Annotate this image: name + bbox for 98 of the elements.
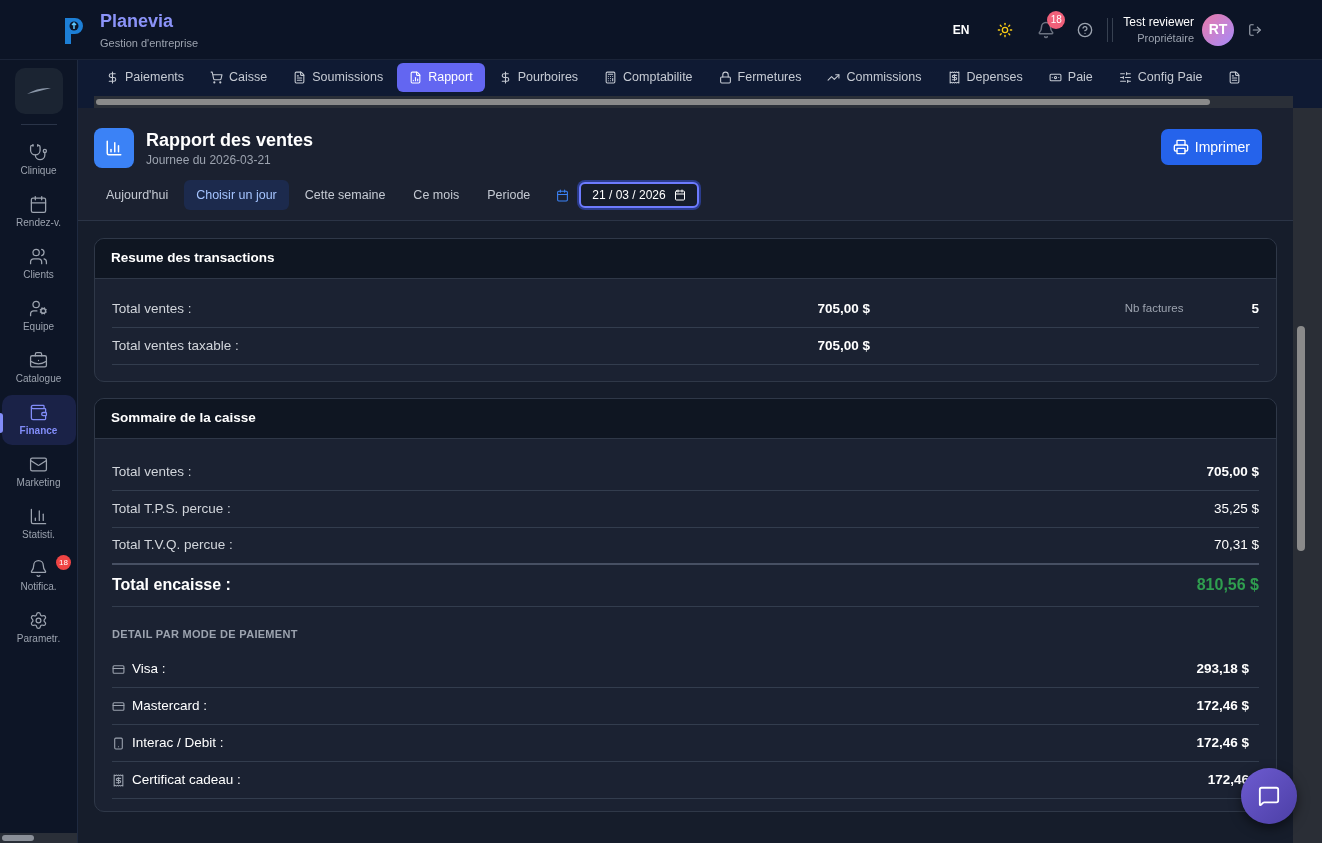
banknote-icon xyxy=(1048,71,1062,84)
sidebar-item[interactable]: Catalogue xyxy=(1,343,76,393)
sidebar-item[interactable]: Clinique xyxy=(1,135,76,185)
nav-tab[interactable]: Depenses xyxy=(935,63,1035,92)
row-label: Total T.P.S. percue : xyxy=(112,499,231,518)
dollar-icon xyxy=(106,71,119,84)
app-name: Planevia xyxy=(100,9,175,33)
document-icon xyxy=(293,71,307,84)
nav-tab[interactable]: Pourboires xyxy=(486,63,591,92)
period-filter[interactable]: Choisir un jour xyxy=(184,180,289,210)
phone-icon xyxy=(112,736,125,750)
help-icon[interactable] xyxy=(1077,21,1094,38)
calculator-icon xyxy=(604,71,618,84)
bar-chart-icon xyxy=(29,507,48,526)
calendar-icon xyxy=(29,195,48,214)
total-value: 810,56 $ xyxy=(1196,574,1259,595)
users-icon xyxy=(29,247,48,266)
payment-label: Certificat cadeau : xyxy=(132,770,241,789)
print-button[interactable]: Imprimer xyxy=(1160,129,1262,165)
payment-value: 172,46 $ xyxy=(1196,696,1249,715)
period-filter[interactable]: Aujourd'hui xyxy=(94,180,181,210)
date-field[interactable]: 21 / 03 / 2026 xyxy=(579,182,699,208)
trend-icon xyxy=(827,71,841,84)
payment-value: 172,46 xyxy=(1207,770,1249,789)
nav-tab[interactable]: Soumissions xyxy=(281,63,396,92)
payment-label: Visa : xyxy=(132,659,166,678)
nav-tab[interactable]: Fermetures xyxy=(706,63,814,92)
invoice-count-label: Nb factures xyxy=(1124,301,1184,317)
row-label: Total ventes taxable : xyxy=(112,336,240,355)
card-icon xyxy=(112,662,125,676)
total-label: Total encaisse : xyxy=(112,574,231,595)
report-icon xyxy=(409,71,423,84)
briefcase-icon xyxy=(29,351,48,370)
report-subtitle: Journee du 2026-03-21 xyxy=(146,152,272,168)
receipt-icon xyxy=(947,71,961,84)
logout-icon[interactable] xyxy=(1248,22,1262,37)
payment-label: Interac / Debit : xyxy=(132,733,224,752)
sidebar-item[interactable]: Clients xyxy=(1,239,76,289)
nav-tab[interactable]: Paie xyxy=(1036,63,1105,92)
row-value: 705,00 $ xyxy=(816,299,870,318)
stethoscope-icon xyxy=(29,143,48,162)
payment-value: 172,46 $ xyxy=(1196,733,1249,752)
nav-tab[interactable]: Comptabilite xyxy=(592,63,705,92)
period-filter[interactable]: Cette semaine xyxy=(292,180,398,210)
sidebar-item[interactable]: Equipe xyxy=(1,291,76,341)
sidebar-item[interactable]: Rendez-v. xyxy=(1,187,76,237)
settings-icon xyxy=(29,611,48,630)
scrollbar-thumb[interactable] xyxy=(96,99,1210,105)
user-role: Propriétaire xyxy=(1137,30,1194,46)
invoice-count: 5 xyxy=(1251,299,1259,318)
row-label: Total T.V.Q. percue : xyxy=(112,536,233,555)
row-value: 705,00 $ xyxy=(816,336,870,355)
chat-icon xyxy=(1258,785,1280,807)
voucher-icon xyxy=(112,773,125,787)
row-value: 705,00 $ xyxy=(1206,462,1259,481)
printer-icon xyxy=(1172,139,1189,155)
mail-icon xyxy=(29,455,48,474)
calendar-icon xyxy=(556,188,570,202)
nav-tab[interactable]: Paiements xyxy=(94,63,197,92)
sidebar-item[interactable]: Parametr. xyxy=(1,603,76,653)
theme-icon[interactable] xyxy=(997,21,1014,38)
row-value: 70,31 $ xyxy=(1213,536,1259,555)
document-icon xyxy=(1228,71,1242,84)
period-filter[interactable]: Ce mois xyxy=(401,180,472,210)
card-icon xyxy=(112,699,125,713)
bell-icon xyxy=(29,559,48,578)
card-title: Sommaire de la caisse xyxy=(111,409,256,428)
scrollbar-thumb[interactable] xyxy=(1297,326,1305,551)
lock-icon xyxy=(718,71,732,84)
bar-chart-icon xyxy=(105,139,123,157)
user-gear-icon xyxy=(29,299,48,318)
app-tagline: Gestion d'entreprise xyxy=(100,35,199,51)
sidebar-item[interactable]: Finance xyxy=(1,395,76,445)
sidebar-item[interactable]: Marketing xyxy=(1,447,76,497)
sidebar-item[interactable]: Statisti. xyxy=(1,499,76,549)
period-filter[interactable]: Periode xyxy=(475,180,543,210)
feather-icon xyxy=(25,87,52,95)
row-value: 35,25 $ xyxy=(1213,499,1259,518)
calendar-icon xyxy=(673,189,686,201)
report-title: Rapport des ventes xyxy=(146,129,314,152)
nav-tab[interactable]: Rapport xyxy=(397,63,485,92)
nav-tab[interactable]: Caisse xyxy=(198,63,280,92)
user-name: Test reviewer xyxy=(1123,13,1194,30)
scrollbar-thumb[interactable] xyxy=(2,835,34,841)
wallet-icon xyxy=(29,403,48,422)
payment-value: 293,18 $ xyxy=(1196,659,1249,678)
nav-tab[interactable]: Config Paie xyxy=(1106,63,1215,92)
card-title: Resume des transactions xyxy=(111,249,275,268)
sliders-icon xyxy=(1118,71,1132,84)
row-label: Total ventes : xyxy=(112,462,192,481)
nav-tab[interactable]: Commissions xyxy=(815,63,934,92)
row-label: Total ventes : xyxy=(112,299,193,318)
notification-badge: 18 xyxy=(56,555,71,570)
language-button[interactable]: EN xyxy=(952,20,970,39)
cart-icon xyxy=(210,71,224,84)
notification-badge: 18 xyxy=(1047,10,1066,29)
section-heading: DETAIL PAR MODE DE PAIEMENT xyxy=(112,628,298,640)
payment-label: Mastercard : xyxy=(132,696,208,715)
